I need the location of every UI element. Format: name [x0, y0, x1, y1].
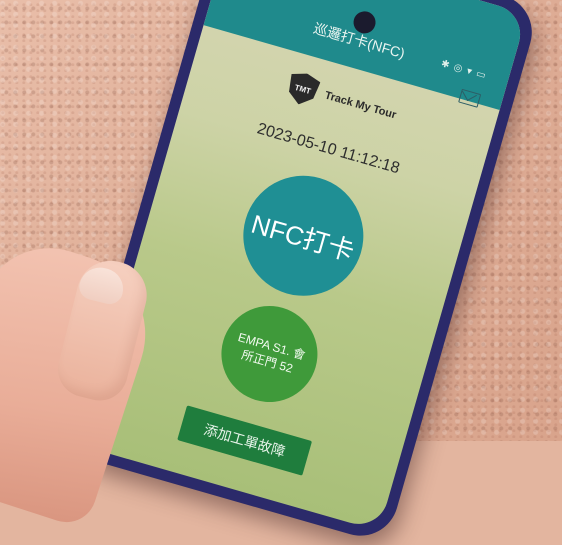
location-button[interactable]: EMPA S1. 會 所正門 52: [210, 294, 329, 414]
brand-name: Track My Tour: [323, 89, 398, 122]
logo-text: TMT: [293, 82, 313, 96]
nfc-checkin-button[interactable]: NFC打卡: [229, 161, 378, 310]
shield-logo-icon: TMT: [284, 69, 322, 108]
